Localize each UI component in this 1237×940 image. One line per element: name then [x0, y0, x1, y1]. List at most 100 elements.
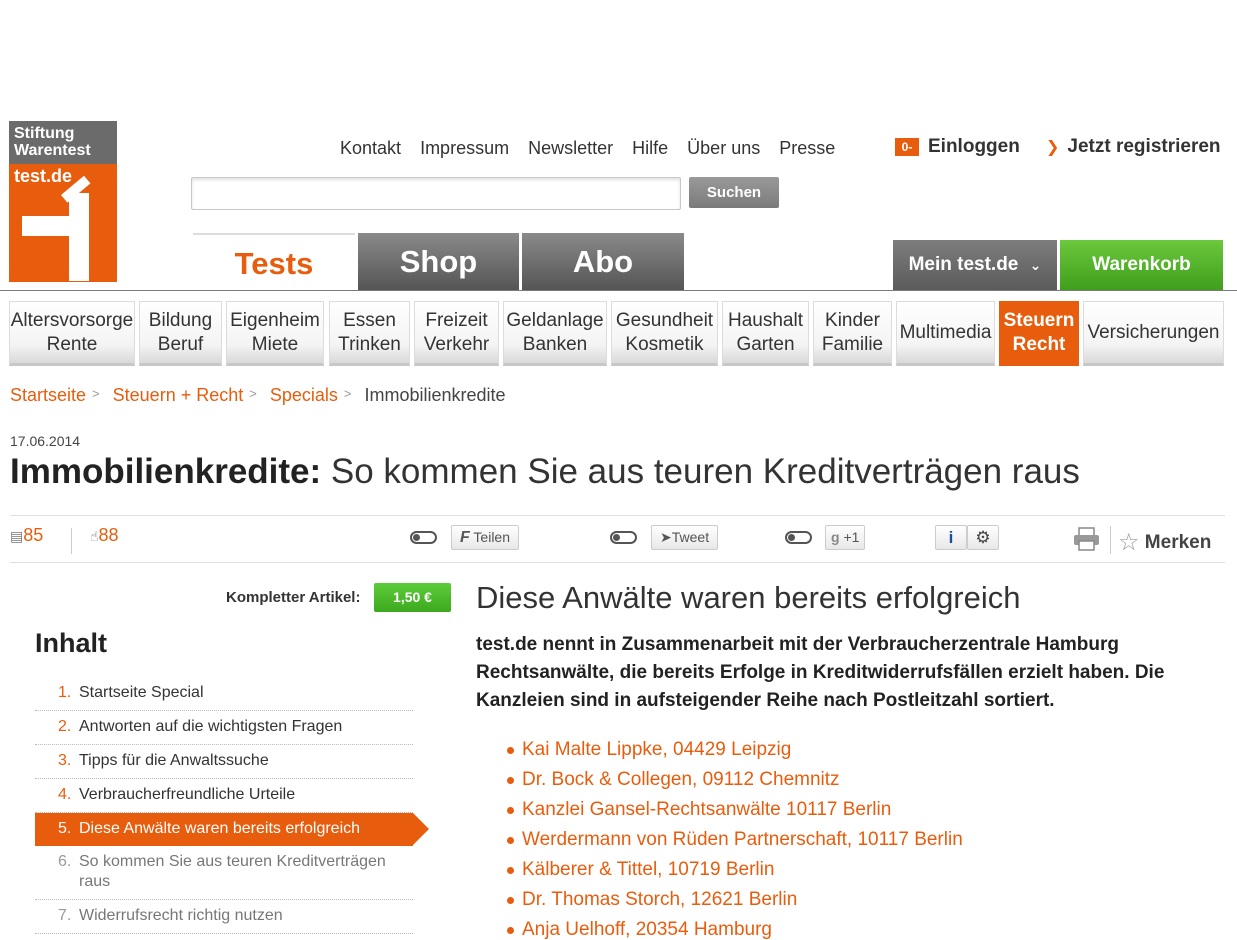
info-icon[interactable]: i — [935, 525, 967, 550]
breadcrumb-specials[interactable]: Specials — [270, 385, 338, 405]
separator — [1110, 526, 1111, 554]
category-bildung[interactable]: Bildung Beruf — [139, 301, 222, 366]
lawyer-link[interactable]: Kai Malte Lippke, 04429 Leipzig — [507, 735, 963, 765]
tab-abo[interactable]: Abo — [522, 233, 684, 290]
divider — [10, 515, 1225, 516]
category-kinder[interactable]: Kinder Familie — [813, 301, 892, 366]
gear-icon[interactable]: ⚙ — [967, 525, 999, 550]
top-links: Kontakt Impressum Newsletter Hilfe Über … — [340, 138, 849, 159]
twitter-toggle[interactable] — [610, 531, 637, 544]
category-essen[interactable]: Essen Trinken — [329, 301, 410, 366]
lawyer-link[interactable]: Dr. Bock & Collegen, 09112 Chemnitz — [507, 765, 963, 795]
page-title: Immobilienkredite: So kommen Sie aus teu… — [10, 452, 1080, 492]
category-haushalt[interactable]: Haushalt Garten — [722, 301, 809, 366]
table-of-contents: 1. Startseite Special 2. Antworten auf die… — [35, 677, 429, 934]
toc-item[interactable]: 2. Antworten auf die wichtigsten Fragen — [35, 711, 413, 745]
page-title-rest: So kommen Sie aus teuren Kreditverträgen… — [321, 452, 1080, 491]
toc-label: Widerrufsrecht richtig nutzen — [79, 907, 283, 924]
category-label: Miete — [251, 333, 299, 355]
tweet-label: Tweet — [671, 529, 710, 545]
toc-item[interactable]: 3. Tipps für die Anwaltssuche — [35, 745, 413, 779]
toc-number: 5. — [58, 820, 72, 837]
cart-button[interactable]: Warenkorb — [1060, 240, 1223, 290]
link-impressum[interactable]: Impressum — [420, 138, 509, 158]
category-label: Multimedia — [899, 321, 992, 343]
lawyer-link[interactable]: Kanzlei Gansel-Rechtsanwälte 10117 Berli… — [507, 795, 963, 825]
category-label: Garten — [736, 333, 795, 355]
likes-count[interactable]: ☝88 — [90, 525, 119, 546]
category-multimedia[interactable]: Multimedia — [896, 301, 995, 366]
category-label: Rente — [46, 333, 98, 355]
toc-number: 2. — [58, 718, 72, 735]
tweet-button[interactable]: ➤Tweet — [651, 525, 719, 550]
toc-item[interactable]: 6. So kommen Sie aus teuren Kreditverträg… — [35, 846, 413, 900]
facebook-share-button[interactable]: F Teilen — [451, 525, 520, 550]
toc-item[interactable]: 1. Startseite Special — [35, 677, 413, 711]
likes-count-value: 88 — [98, 525, 119, 545]
search-button[interactable]: Suchen — [689, 177, 779, 208]
category-label: Eigenheim — [230, 309, 320, 331]
bookmark-button[interactable]: ☆ Merken — [1118, 528, 1211, 557]
category-eigenheim[interactable]: Eigenheim Miete — [226, 301, 324, 366]
breadcrumb-steuern-recht[interactable]: Steuern + Recht — [113, 385, 244, 405]
toc-number: 7. — [58, 907, 72, 924]
login-label: Einloggen — [928, 136, 1020, 157]
buy-article-button[interactable]: 1,50 € — [374, 583, 451, 612]
lawyer-link[interactable]: Anja Uelhoff, 20354 Hamburg — [507, 915, 963, 940]
comments-count[interactable]: ▤85 — [10, 525, 43, 546]
category-label: Geldanlage — [506, 309, 604, 331]
breadcrumb-startseite[interactable]: Startseite — [10, 385, 86, 405]
breadcrumb-current: Immobilienkredite — [364, 385, 506, 405]
toc-number: 3. — [58, 752, 72, 769]
chevron-right-icon: > — [249, 386, 257, 401]
category-label: Freizeit — [425, 309, 488, 331]
tab-shop[interactable]: Shop — [358, 233, 519, 290]
register-link[interactable]: ❯ Jetzt registrieren — [1046, 136, 1221, 158]
toc-number: 6. — [58, 853, 72, 870]
toc-label: Antworten auf die wichtigsten Fragen — [79, 718, 343, 735]
category-label: Kosmetik — [625, 333, 704, 355]
link-presse[interactable]: Presse — [779, 138, 835, 158]
tab-tests[interactable]: Tests — [193, 233, 355, 291]
toc-label: Verbraucherfreundliche Urteile — [79, 786, 296, 803]
login-link[interactable]: 0- Einloggen — [895, 136, 1020, 158]
category-label: Gesundheit — [615, 309, 714, 331]
nav-divider — [0, 290, 1237, 291]
print-icon[interactable] — [1073, 527, 1100, 551]
logo-line-1: Stiftung — [14, 125, 75, 142]
category-gesundheit[interactable]: Gesundheit Kosmetik — [611, 301, 718, 366]
logo-mark-horizontal — [22, 216, 84, 236]
category-label: Bildung — [148, 309, 213, 331]
gplus-toggle[interactable] — [785, 531, 812, 544]
divider — [10, 562, 1225, 563]
link-ueber-uns[interactable]: Über uns — [687, 138, 760, 158]
search-input[interactable] — [191, 177, 681, 210]
category-steuern[interactable]: Steuern Recht — [999, 301, 1079, 366]
logo-grey-block: Stiftung Warentest — [9, 121, 117, 164]
category-freizeit[interactable]: Freizeit Verkehr — [414, 301, 499, 366]
stiftung-warentest-logo[interactable]: Stiftung Warentest test.de — [9, 121, 117, 282]
mein-test-button[interactable]: Mein test.de ⌄ — [893, 240, 1057, 290]
facebook-toggle[interactable] — [410, 531, 437, 544]
share-label: Teilen — [473, 529, 511, 545]
category-label: Verkehr — [423, 333, 490, 355]
category-label: Familie — [821, 333, 884, 355]
category-versicherungen[interactable]: Versicherungen — [1083, 301, 1224, 366]
lawyer-link[interactable]: Werdermann von Rüden Partnerschaft, 1011… — [507, 825, 963, 855]
lawyer-link[interactable]: Dr. Thomas Storch, 12621 Berlin — [507, 885, 963, 915]
link-hilfe[interactable]: Hilfe — [632, 138, 668, 158]
link-kontakt[interactable]: Kontakt — [340, 138, 401, 158]
link-newsletter[interactable]: Newsletter — [528, 138, 613, 158]
section-intro: test.de nennt in Zusammenarbeit mit der … — [476, 634, 1165, 711]
toc-item[interactable]: 4. Verbraucherfreundliche Urteile — [35, 779, 413, 813]
toc-item[interactable]: 7. Widerrufsrecht richtig nutzen — [35, 900, 413, 934]
gplus-button[interactable]: g +1 — [825, 525, 866, 550]
category-geldanlage[interactable]: Geldanlage Banken — [503, 301, 607, 366]
toc-title: Inhalt — [35, 628, 107, 658]
chevron-right-icon: ❯ — [1046, 139, 1060, 156]
toc-item-active[interactable]: 5. Diese Anwälte waren bereits erfolgreic… — [35, 813, 429, 846]
category-altersvorsorge[interactable]: Altersvorsorge Rente — [9, 301, 135, 366]
lawyer-link[interactable]: Kälberer & Tittel, 10719 Berlin — [507, 855, 963, 885]
google-plus-icon: g — [831, 529, 840, 545]
chevron-down-icon: ⌄ — [1029, 257, 1042, 273]
